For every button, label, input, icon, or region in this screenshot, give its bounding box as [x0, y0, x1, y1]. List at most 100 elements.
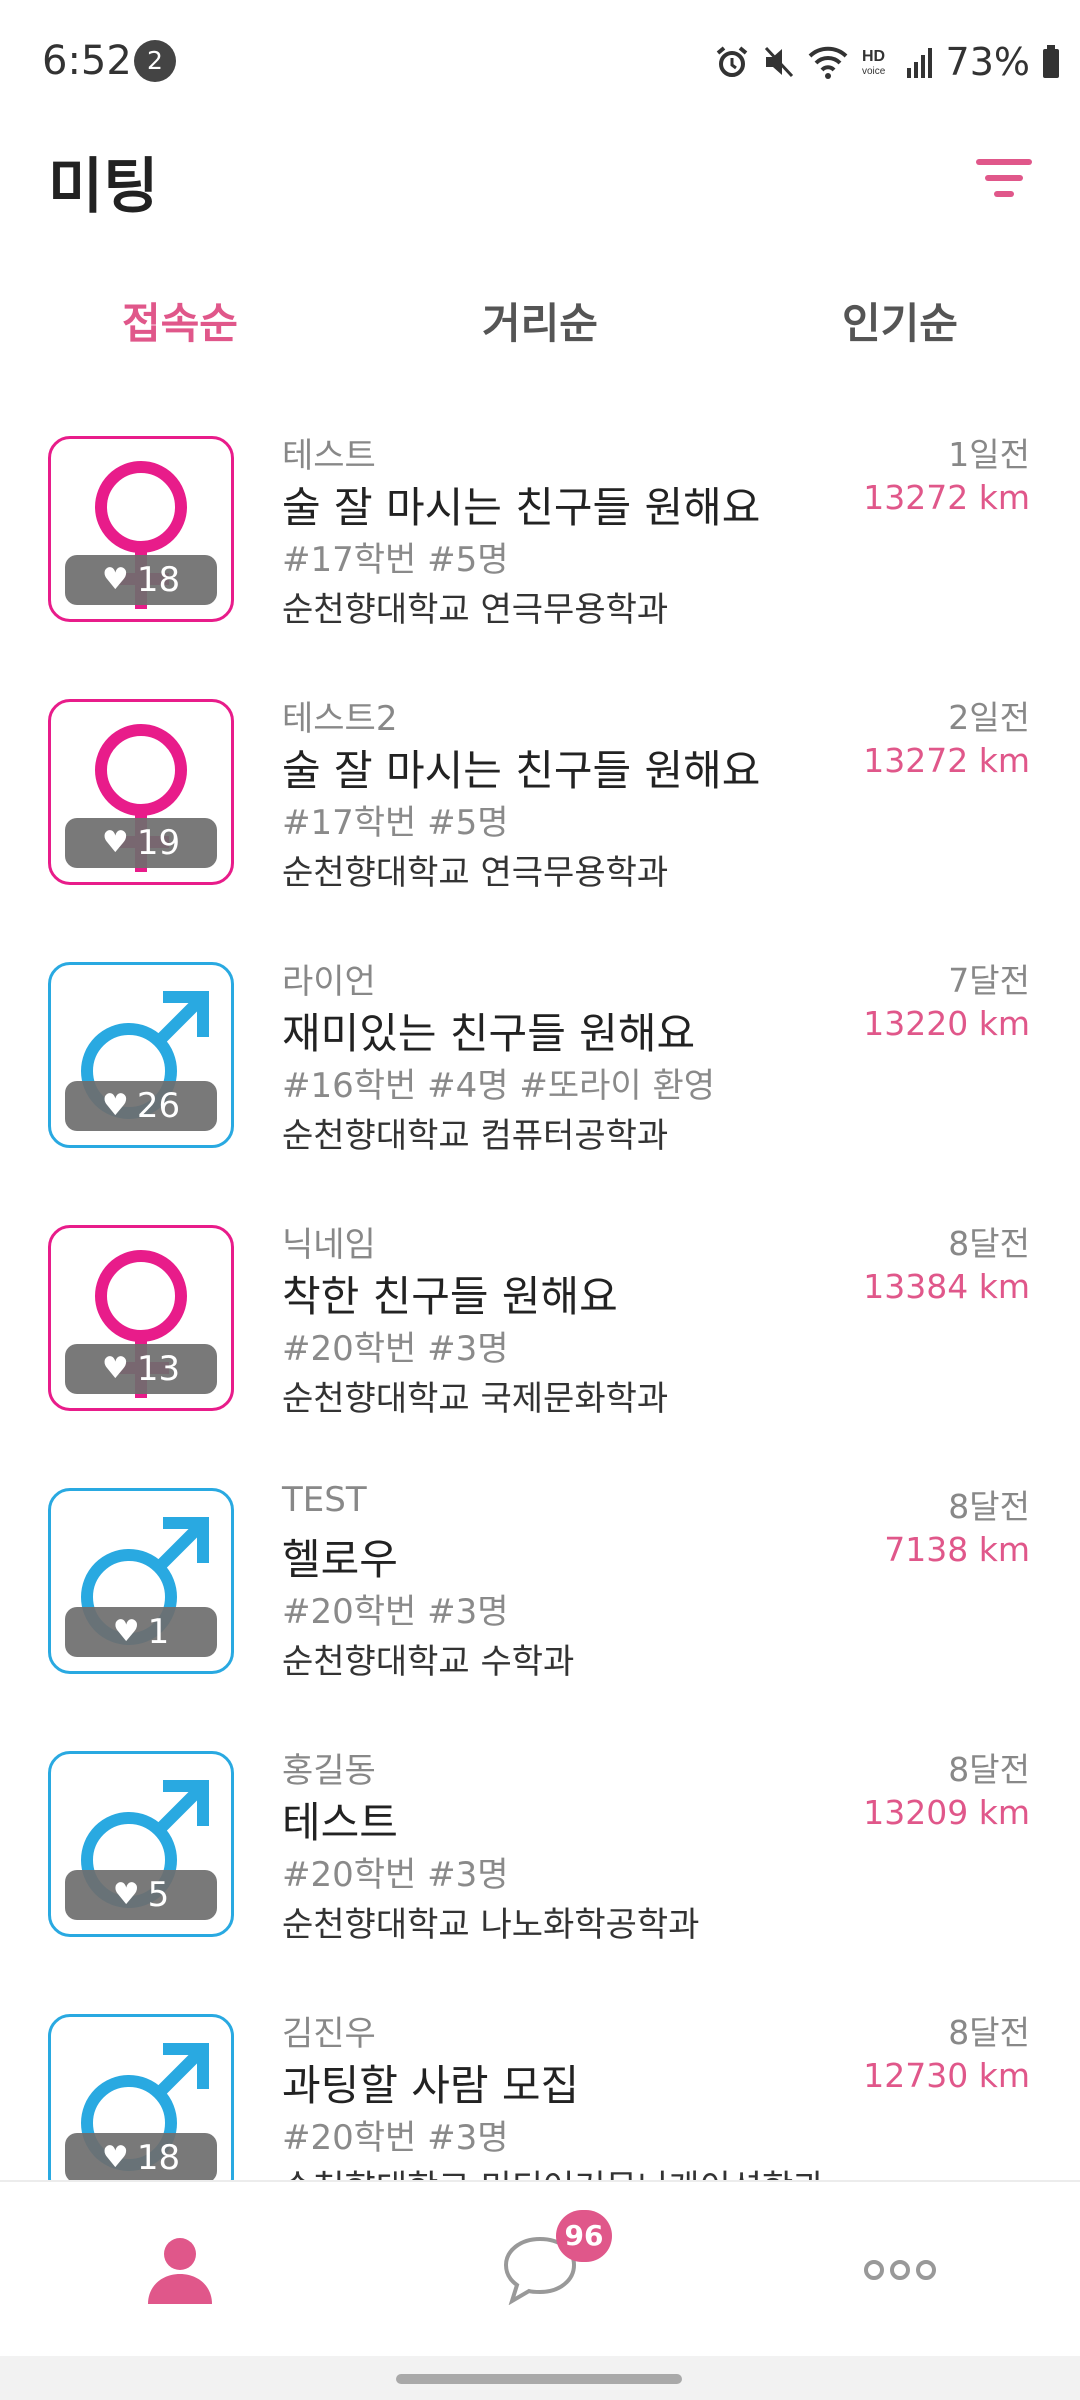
- tab-connection-order[interactable]: 접속순: [0, 284, 360, 364]
- list-item[interactable]: ♥ 18 테스트 술 잘 마시는 친구들 원해요 #17학번 #5명 순천향대학교…: [0, 396, 1080, 659]
- item-tags: #17학번 #5명: [282, 540, 509, 580]
- list-item[interactable]: ♥ 26 라이언 재미있는 친구들 원해요 #16학번 #4명 #또라이 환영 순…: [0, 922, 1080, 1185]
- item-distance: 13272 km: [863, 478, 1030, 517]
- tab-popularity-order[interactable]: 인기순: [720, 284, 1080, 364]
- mute-icon: [764, 46, 793, 78]
- item-time: 8달전: [948, 1750, 1030, 1789]
- item-school: 순천향대학교 국제문화학과: [282, 1379, 669, 1419]
- list-item[interactable]: ♥ 19 테스트2 술 잘 마시는 친구들 원해요 #17학번 #5명 순천향대학…: [0, 659, 1080, 922]
- page-title: 미팅: [48, 152, 159, 222]
- item-time: 8달전: [948, 1224, 1030, 1263]
- like-count: ♥ 18: [65, 555, 217, 605]
- gesture-area: [0, 2356, 1080, 2400]
- nav-chat-button[interactable]: [360, 2182, 720, 2358]
- item-distance: 13209 km: [863, 1793, 1030, 1832]
- item-title: 술 잘 마시는 친구들 원해요: [282, 746, 761, 795]
- alarm-icon: [716, 46, 747, 77]
- like-count: ♥ 18: [65, 2133, 217, 2180]
- list-item[interactable]: ♥ 5 홍길동 테스트 #20학번 #3명 순천향대학교 나노화학공학과 8달전 …: [0, 1711, 1080, 1974]
- heart-icon: ♥: [101, 1351, 129, 1386]
- like-count: ♥ 26: [65, 1081, 217, 1131]
- app-header: 미팅: [0, 124, 1080, 264]
- status-icons: HD voice 73%: [714, 38, 1060, 86]
- filter-button[interactable]: [972, 146, 1036, 210]
- like-count: ♥ 1: [65, 1607, 217, 1657]
- tab-distance-order[interactable]: 거리순: [360, 284, 720, 364]
- sort-tabs: 접속순 거리순 인기순: [0, 284, 1080, 364]
- item-distance: 13220 km: [863, 1004, 1030, 1043]
- status-time: 6:52: [42, 38, 132, 84]
- heart-icon: ♥: [112, 1614, 140, 1649]
- like-count-value: 1: [147, 1612, 170, 1652]
- like-count: ♥ 19: [65, 818, 217, 868]
- item-time: 1일전: [948, 435, 1030, 474]
- hd-voice-icon: HDvoice: [862, 48, 886, 77]
- filter-icon: [985, 175, 1023, 181]
- like-count-value: 19: [136, 823, 181, 863]
- item-nickname: 라이언: [282, 962, 376, 1002]
- item-time: 8달전: [948, 1487, 1030, 1526]
- list-item[interactable]: ♥18 김진우 과팅할 사람 모집 #20학번 #3명 순천향대학교 미디어커뮤…: [0, 1974, 1080, 2180]
- item-nickname: TEST: [282, 1480, 367, 1520]
- heart-icon: ♥: [101, 1088, 129, 1123]
- list-item[interactable]: ♥ 13 닉네임 착한 친구들 원해요 #20학번 #3명 순천향대학교 국제문화…: [0, 1185, 1080, 1448]
- item-time: 2일전: [948, 698, 1030, 737]
- battery-percent: 73%: [945, 40, 1030, 84]
- male-avatar: ♥ 5: [48, 1751, 234, 1937]
- bottom-navigation: 96: [0, 2180, 1080, 2356]
- svg-text:voice: voice: [862, 66, 886, 77]
- item-nickname: 테스트2: [282, 699, 398, 739]
- item-tags: #20학번 #3명: [282, 1329, 509, 1369]
- item-distance: 12730 km: [863, 2056, 1030, 2095]
- item-school: 순천향대학교 수학과: [282, 1642, 575, 1682]
- like-count-value: 18: [136, 560, 181, 600]
- filter-icon: [994, 191, 1014, 197]
- item-nickname: 테스트: [282, 436, 376, 476]
- male-avatar: ♥ 26: [48, 962, 234, 1148]
- heart-icon: ♥: [101, 825, 129, 860]
- item-title: 착한 친구들 원해요: [282, 1272, 618, 1321]
- item-title: 재미있는 친구들 원해요: [282, 1009, 696, 1058]
- filter-icon: [976, 159, 1032, 165]
- meeting-list[interactable]: ♥ 18 테스트 술 잘 마시는 친구들 원해요 #17학번 #5명 순천향대학교…: [0, 396, 1080, 2180]
- item-time: 7달전: [948, 961, 1030, 1000]
- male-avatar: ♥ 1: [48, 1488, 234, 1674]
- like-count-value: 18: [136, 2138, 181, 2178]
- item-tags: #20학번 #3명: [282, 2118, 509, 2158]
- like-count: ♥ 5: [65, 1870, 217, 1920]
- like-count: ♥ 13: [65, 1344, 217, 1394]
- item-time: 8달전: [948, 2013, 1030, 2052]
- male-avatar: ♥ 18: [48, 2014, 234, 2180]
- item-tags: #20학번 #3명: [282, 1592, 509, 1632]
- item-school: 순천향대학교 컴퓨터공학과: [282, 1116, 669, 1156]
- battery-icon: [1043, 45, 1059, 78]
- status-bar: 6:52 2 HD voice 73%: [0, 0, 1080, 124]
- signal-icon: [906, 48, 932, 78]
- home-gesture-bar[interactable]: [396, 2374, 682, 2384]
- list-item[interactable]: ♥ 1 TEST 헬로우 #20학번 #3명 순천향대학교 수학과 8달전 713…: [0, 1448, 1080, 1711]
- nav-profile-button[interactable]: [0, 2182, 360, 2358]
- svg-text:HD: HD: [862, 48, 885, 65]
- item-distance: 7138 km: [884, 1530, 1030, 1569]
- more-dots-icon: [864, 2260, 936, 2280]
- heart-icon: ♥: [112, 1877, 140, 1912]
- item-tags: #16학번 #4명 #또라이 환영: [282, 1066, 716, 1106]
- item-title: 테스트: [282, 1798, 398, 1847]
- item-nickname: 홍길동: [282, 1751, 376, 1791]
- heart-icon: ♥: [101, 2140, 129, 2175]
- like-count-value: 26: [136, 1086, 181, 1126]
- female-avatar: ♥ 13: [48, 1225, 234, 1411]
- like-count-value: 5: [147, 1875, 170, 1915]
- heart-icon: ♥: [101, 562, 129, 597]
- item-title: 헬로우: [282, 1535, 398, 1584]
- wifi-icon: [808, 46, 847, 79]
- item-distance: 13272 km: [863, 741, 1030, 780]
- female-avatar: ♥ 19: [48, 699, 234, 885]
- item-school: 순천향대학교 연극무용학과: [282, 590, 669, 630]
- item-nickname: 닉네임: [282, 1225, 376, 1265]
- nav-more-button[interactable]: [720, 2182, 1080, 2358]
- item-tags: #17학번 #5명: [282, 803, 509, 843]
- female-avatar: ♥ 18: [48, 436, 234, 622]
- item-school: 순천향대학교 미디어커뮤니케이션학과: [282, 2160, 825, 2180]
- item-title: 과팅할 사람 모집: [282, 2061, 580, 2110]
